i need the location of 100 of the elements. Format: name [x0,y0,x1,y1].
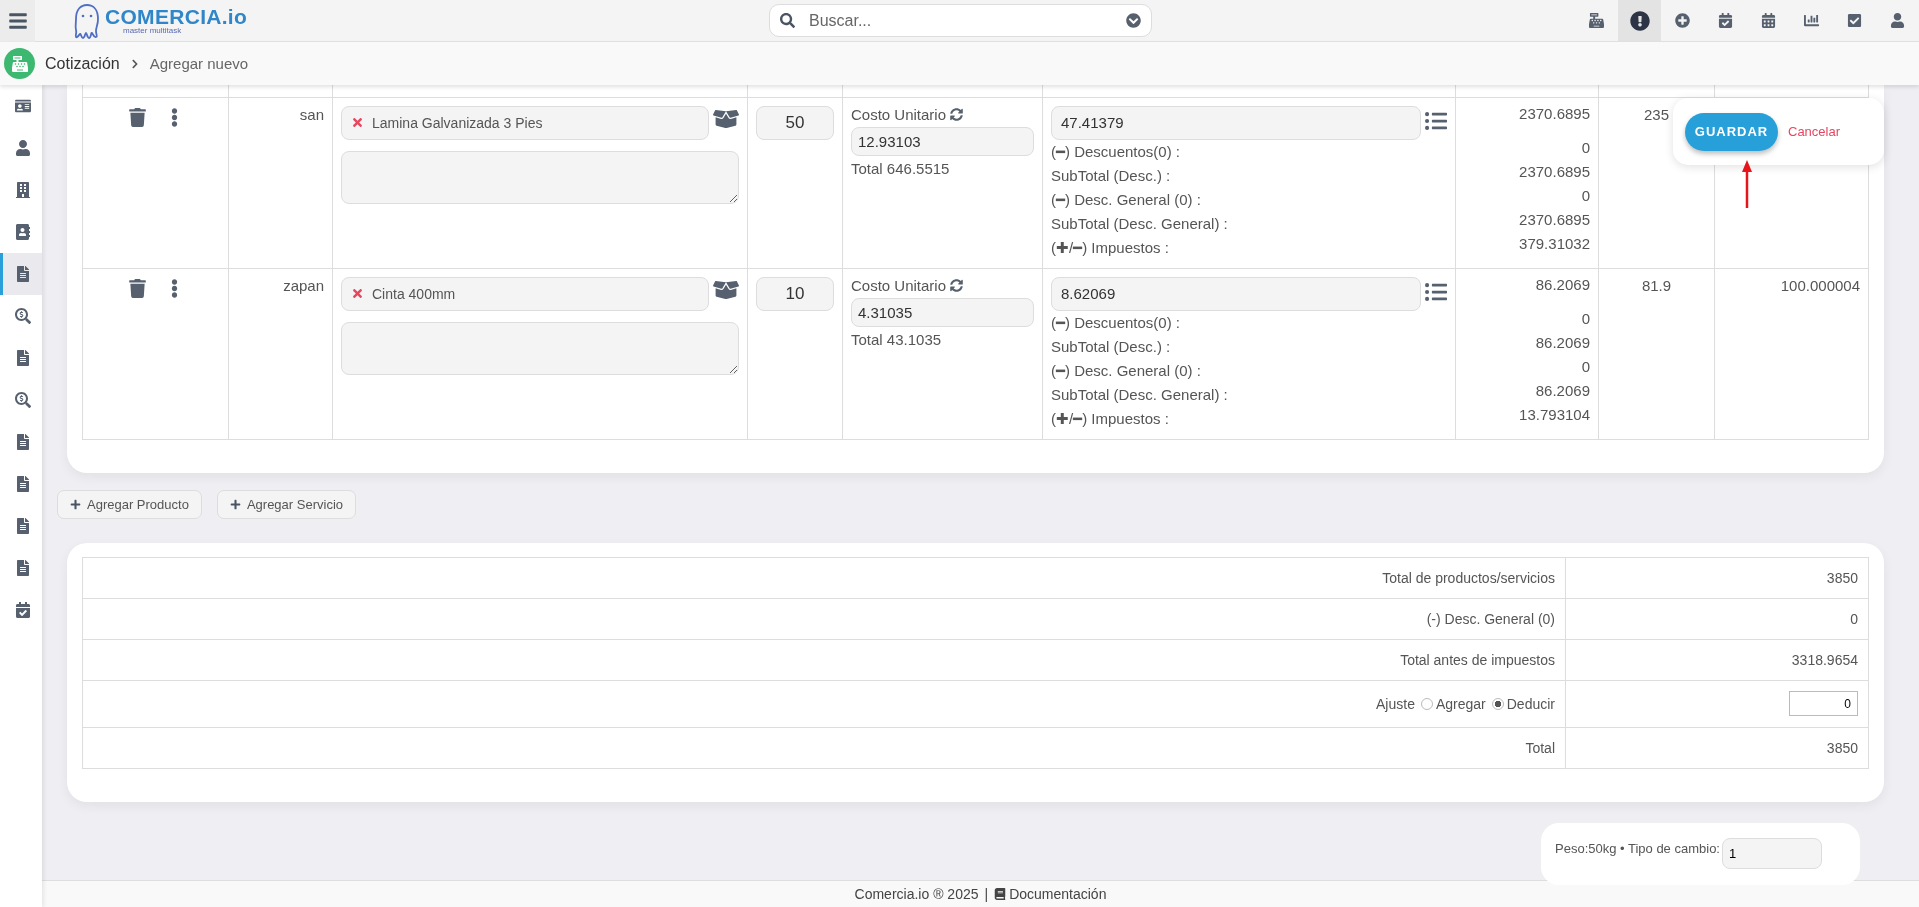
id-card-icon [14,98,31,114]
dropdown-icon[interactable] [1126,13,1141,28]
product-field[interactable]: Cinta 400mm [341,276,709,311]
table-cell-text: 235 [1644,105,1669,123]
cancel-link[interactable]: Cancelar [1788,124,1841,139]
search-field[interactable]: Buscar... [807,10,1114,31]
arrow-icon [1741,160,1753,208]
search-dollar-icon [14,392,31,408]
tagline: master multitask [123,27,183,35]
document-icon [14,476,31,492]
table-cell-text: 81.9 [1641,276,1672,294]
sidebar-item[interactable] [0,253,42,295]
amount-text: 0 [1581,357,1590,375]
breadcrumb-current: Agregar nuevo [149,55,249,72]
amount-text: 2370.6895 [1519,162,1590,180]
register-badge-icon [4,48,35,79]
brand-name: COMERCIA.io [105,6,248,27]
table-cell-text: 100.000004 [1780,276,1860,294]
breakdown-label: (✚/━) Impuestos : [1051,408,1170,429]
separator-text: | [984,886,989,902]
quantity-field[interactable]: 10 [756,276,834,311]
summary-label: Total antes de impuestos [82,639,1566,680]
remove-icon[interactable] [351,287,364,300]
note-field[interactable] [341,150,739,204]
cost-field[interactable]: 12.93103 [851,126,1034,156]
calendar-icon [1761,13,1776,28]
breakdown-label: SubTotal (Desc. General) : [1051,213,1229,234]
amount-text: 2370.6895 [1519,104,1590,122]
document-icon [14,434,31,450]
remove-icon[interactable] [351,116,364,129]
chart-icon [1804,13,1819,28]
amount-text: 86.2069 [1535,275,1590,293]
contacts-icon [14,224,31,240]
add-icon [1675,13,1690,28]
summary-label: (-) Desc. General (0) [82,598,1566,639]
breakdown-label: (━) Desc. General (0) : [1051,360,1202,381]
amount-text: 86.2069 [1535,381,1590,399]
add-button[interactable]: Agregar Producto [57,489,202,519]
breakdown-label: (━) Descuentos(0) : [1051,141,1182,162]
amount-text: 379.31032 [1519,234,1590,252]
summary-label: Total de productos/servicios [82,557,1566,598]
document-icon [14,518,31,534]
user-icon [1890,13,1905,28]
cost-total: Total 646.5515 [851,159,950,177]
plus-icon [229,498,241,510]
adjust-field[interactable]: 0 [1789,691,1858,716]
menu-icon [7,10,28,31]
amount-text: 86.2069 [1535,333,1590,351]
list-icon[interactable] [1425,109,1447,132]
refresh-icon[interactable] [950,107,964,121]
adjust-label: Ajuste [1376,695,1415,712]
cost-total: Total 43.1035 [851,330,942,348]
list-icon[interactable] [1425,280,1447,303]
radio-button[interactable] [1491,697,1504,710]
logo-icon [73,2,101,39]
cost-label: Costo Unitario [851,105,947,123]
summary-label: Total [82,727,1566,768]
calendar-check-icon [14,602,31,618]
trash-icon[interactable] [127,278,147,298]
add-button[interactable]: Agregar Servicio [216,489,356,519]
refresh-icon[interactable] [950,278,964,292]
note-field[interactable] [341,321,739,375]
breakdown-label: (✚/━) Impuestos : [1051,237,1170,258]
amount-text: 0 [1581,138,1590,156]
table-cell: san [228,97,333,268]
alert-icon [1629,10,1650,31]
building-icon [14,182,31,198]
amount-text: 0 [1581,186,1590,204]
price-field[interactable]: 8.62069 [1051,276,1421,311]
exchange-rate-field[interactable]: 1 [1722,838,1822,869]
table-cell: zapan [228,268,333,439]
chevron-icon [129,58,140,69]
alert-button[interactable] [1618,0,1661,42]
quantity-field[interactable]: 50 [756,105,834,140]
product-field[interactable]: Lamina Galvanizada 3 Pies [341,105,709,140]
cost-field[interactable]: 4.31035 [851,297,1034,327]
menu-button[interactable] [0,0,35,42]
amount-text: 0 [1581,309,1590,327]
documentation-link[interactable]: Documentación [994,886,1107,902]
document-icon [14,560,31,576]
amount-text: 2370.6895 [1519,210,1590,228]
summary-value: 3850 [1565,557,1869,598]
document-icon [14,350,31,366]
breakdown-label: SubTotal (Desc. General) : [1051,384,1229,405]
search-bar[interactable]: Buscar... [769,4,1152,37]
radio-button[interactable] [1420,697,1433,710]
breakdown-label: (━) Desc. General (0) : [1051,189,1202,210]
breakdown-label: SubTotal (Desc.) : [1051,165,1172,186]
book-icon [994,888,1007,900]
price-field[interactable]: 47.41379 [1051,105,1421,140]
breakdown-label: (━) Descuentos(0) : [1051,312,1182,333]
summary-value: 0 [1565,598,1869,639]
radio-label: Deducir [1506,695,1555,712]
trash-icon[interactable] [127,107,147,127]
cost-label: Costo Unitario [851,276,947,294]
search-icon [780,13,795,28]
user-icon [14,140,31,156]
breadcrumb-link[interactable]: Cotización [45,54,120,73]
plus-icon [70,498,81,510]
radio-label: Agregar [1435,695,1486,712]
